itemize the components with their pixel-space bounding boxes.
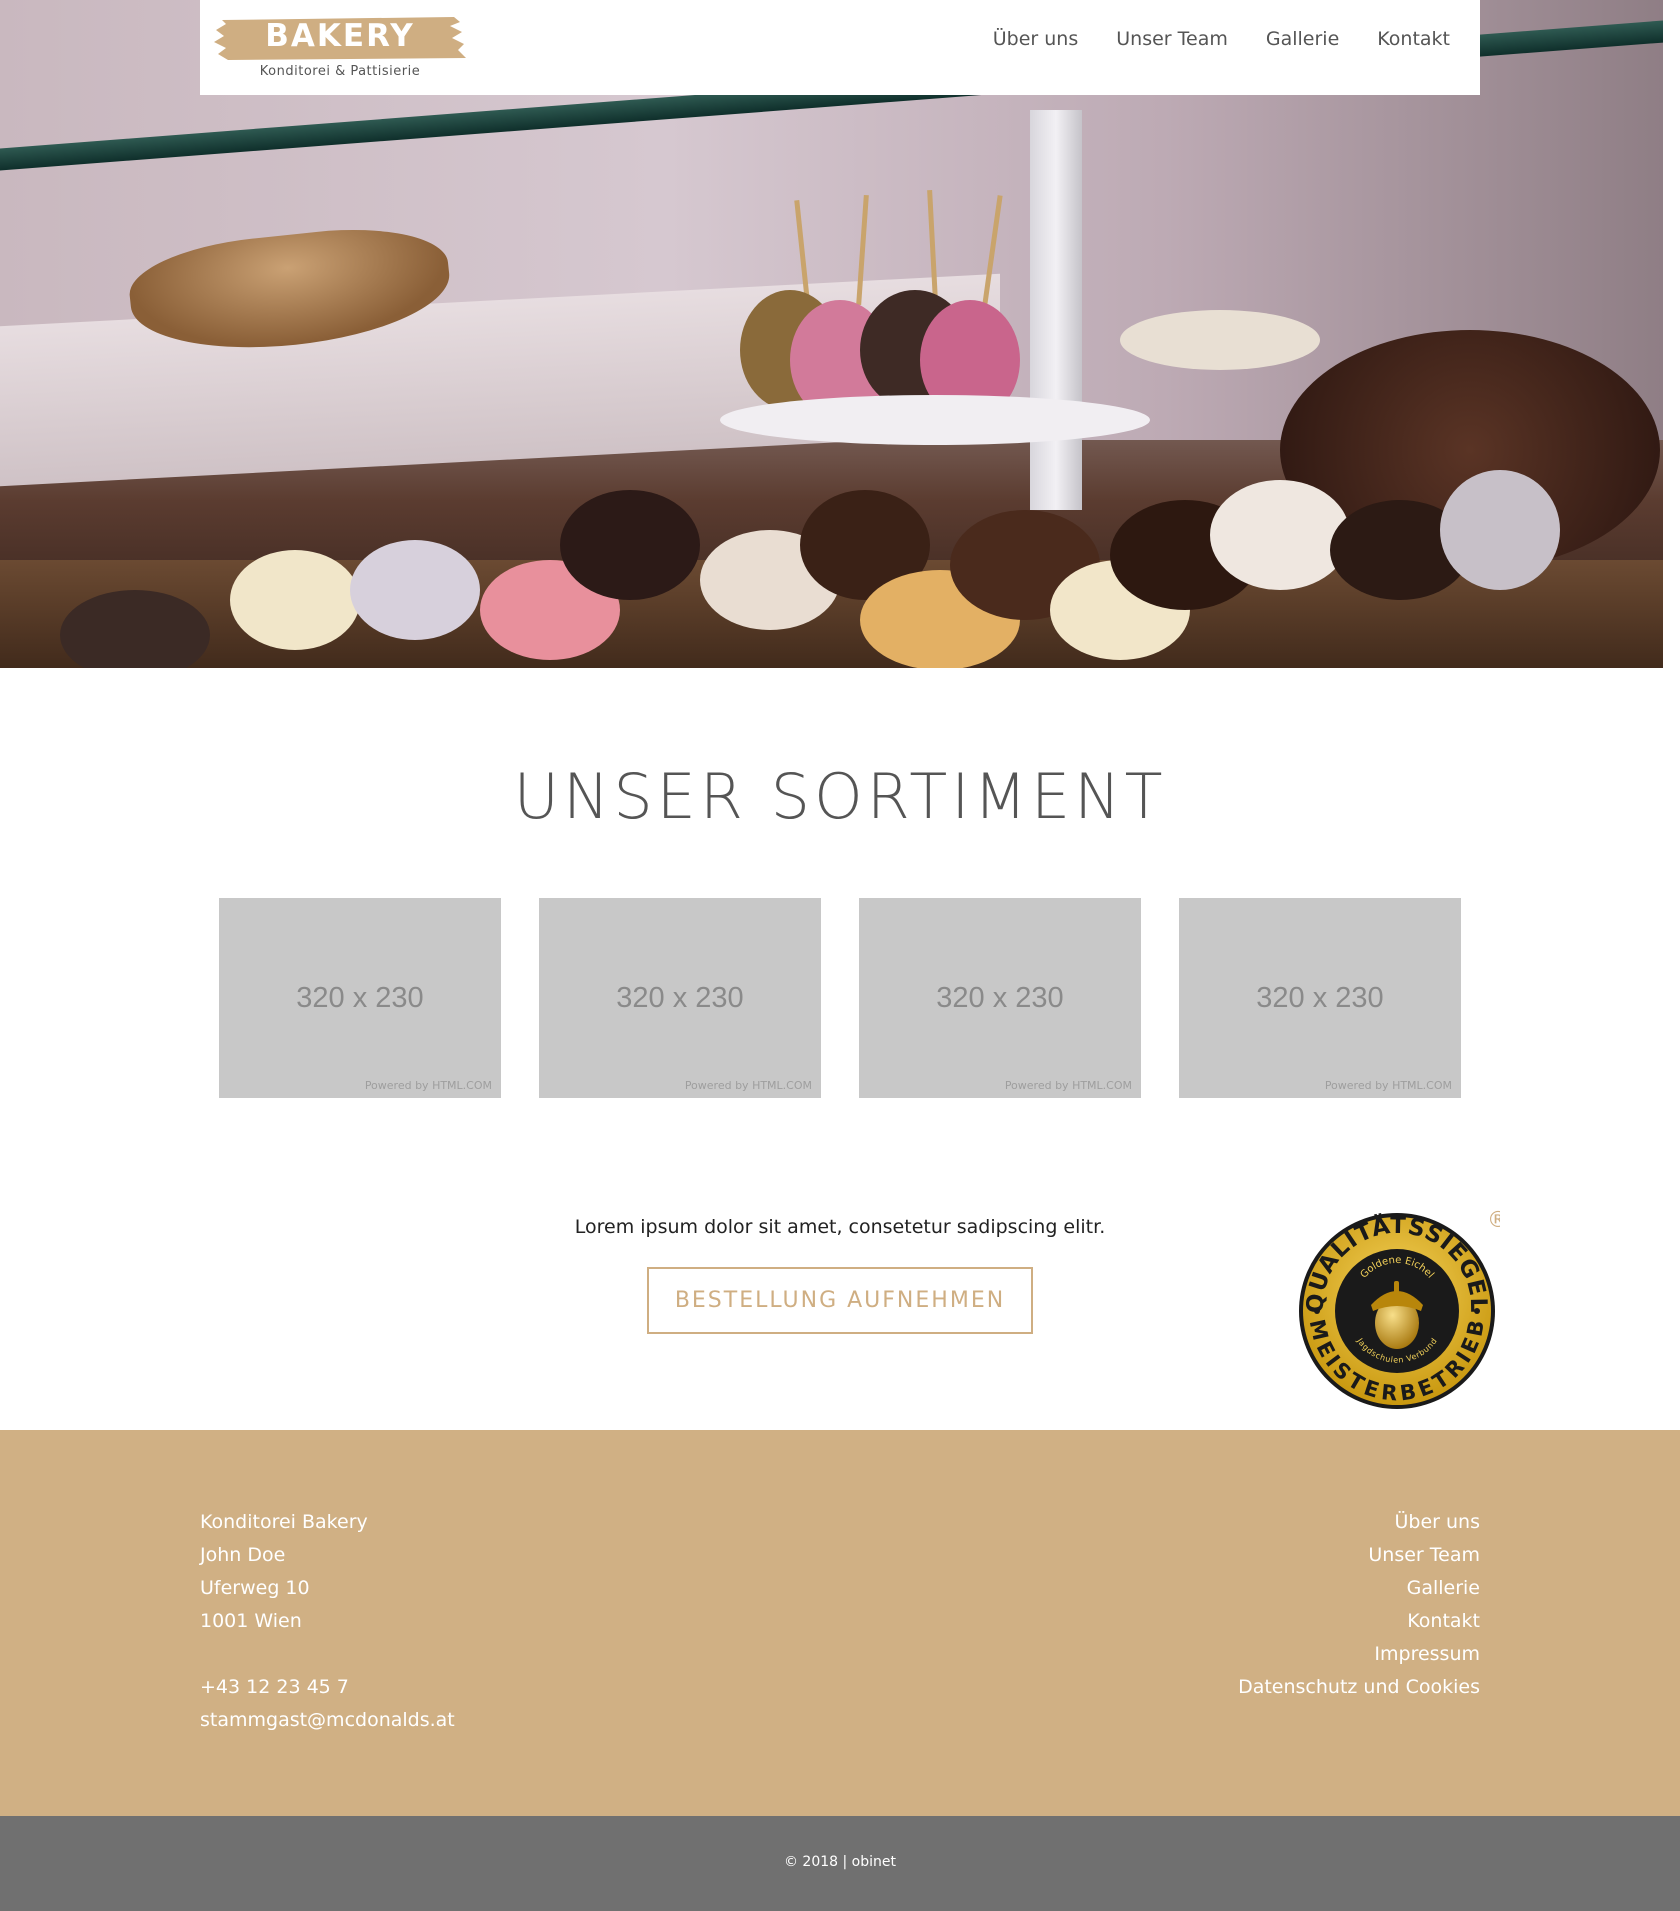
quality-seal-icon: QUALITÄTSSIEGEL MEISTERBETRIEB Goldene E… bbox=[1299, 1208, 1500, 1409]
footer-link-gallerie[interactable]: Gallerie bbox=[1238, 1572, 1480, 1605]
footer-address: Konditorei Bakery John Doe Uferweg 10 10… bbox=[200, 1506, 455, 1737]
placeholder-dimensions: 320 x 230 bbox=[1256, 982, 1384, 1014]
footer-link-impressum[interactable]: Impressum bbox=[1238, 1638, 1480, 1671]
footer-street: Uferweg 10 bbox=[200, 1577, 310, 1599]
placeholder-dimensions: 320 x 230 bbox=[616, 982, 744, 1014]
main-nav: Über uns Unser Team Gallerie Kontakt bbox=[993, 28, 1450, 50]
placeholder-dimensions: 320 x 230 bbox=[296, 982, 424, 1014]
product-placeholder[interactable]: 320 x 230 Powered by HTML.COM bbox=[539, 898, 821, 1098]
bottom-bar: © 2018 | obinet bbox=[0, 1816, 1680, 1911]
section-title: UNSER SORTIMENT bbox=[513, 760, 1167, 833]
nav-item-kontakt[interactable]: Kontakt bbox=[1377, 28, 1450, 50]
footer-nav: Über uns Unser Team Gallerie Kontakt Imp… bbox=[1238, 1506, 1480, 1704]
product-placeholder[interactable]: 320 x 230 Powered by HTML.COM bbox=[1179, 898, 1461, 1098]
placeholder-dimensions: 320 x 230 bbox=[936, 982, 1064, 1014]
powered-by-text: Powered by HTML.COM bbox=[1324, 1079, 1452, 1092]
powered-by-text: Powered by HTML.COM bbox=[684, 1079, 812, 1092]
site-footer: Konditorei Bakery John Doe Uferweg 10 10… bbox=[0, 1430, 1680, 1816]
logo-tagline: Konditorei & Pattisierie bbox=[259, 64, 421, 79]
product-grid: 320 x 230 Powered by HTML.COM 320 x 230 … bbox=[219, 898, 1461, 1098]
order-button[interactable]: BESTELLUNG AUFNEHMEN bbox=[647, 1267, 1033, 1334]
copyright: © 2018 | obinet bbox=[783, 1854, 896, 1870]
product-placeholder[interactable]: 320 x 230 Powered by HTML.COM bbox=[219, 898, 501, 1098]
logo-text: BAKERY bbox=[265, 18, 415, 54]
footer-city: 1001 Wien bbox=[200, 1610, 302, 1632]
site-header: BAKERY Konditorei & Pattisierie Über uns… bbox=[200, 0, 1480, 95]
footer-email[interactable]: stammgast@mcdonalds.at bbox=[200, 1704, 455, 1737]
nav-item-ueber-uns[interactable]: Über uns bbox=[993, 28, 1079, 50]
footer-phone[interactable]: +43 12 23 45 7 bbox=[200, 1671, 455, 1704]
logo[interactable]: BAKERY Konditorei & Pattisierie bbox=[214, 14, 470, 84]
nav-item-unser-team[interactable]: Unser Team bbox=[1116, 28, 1228, 50]
registered-mark: ® bbox=[1487, 1208, 1500, 1233]
footer-link-unser-team[interactable]: Unser Team bbox=[1238, 1539, 1480, 1572]
footer-link-datenschutz[interactable]: Datenschutz und Cookies bbox=[1238, 1671, 1480, 1704]
powered-by-text: Powered by HTML.COM bbox=[1004, 1079, 1132, 1092]
footer-link-kontakt[interactable]: Kontakt bbox=[1238, 1605, 1480, 1638]
footer-contact-name: John Doe bbox=[200, 1544, 286, 1566]
product-placeholder[interactable]: 320 x 230 Powered by HTML.COM bbox=[859, 898, 1141, 1098]
footer-link-ueber-uns[interactable]: Über uns bbox=[1238, 1506, 1481, 1539]
footer-company: Konditorei Bakery bbox=[200, 1511, 368, 1533]
nav-item-gallerie[interactable]: Gallerie bbox=[1266, 28, 1339, 50]
hero-image bbox=[0, 0, 1663, 668]
footer-spacer bbox=[200, 1638, 455, 1671]
powered-by-text: Powered by HTML.COM bbox=[364, 1079, 492, 1092]
